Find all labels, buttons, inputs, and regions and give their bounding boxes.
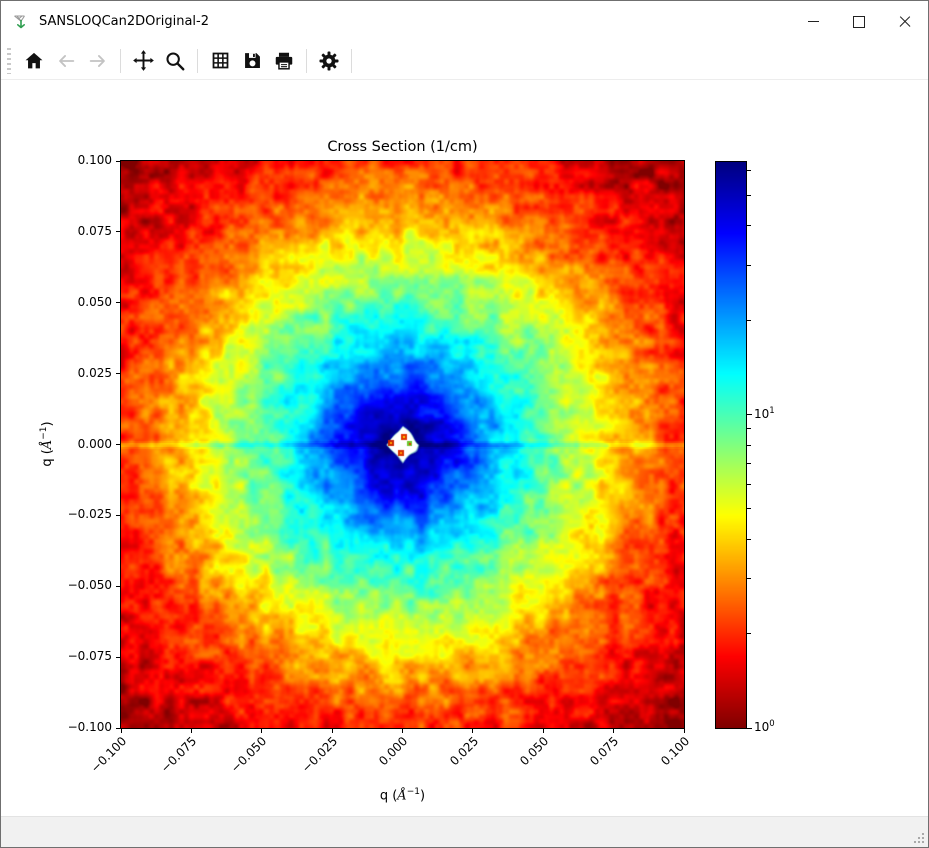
x-tick-mark [121,729,122,733]
x-tick-label: 0.025 [447,734,481,768]
toolbar-separator [120,49,121,73]
figure-canvas: Cross Section (1/cm) q (Å−1) q (Å−1) −0.… [1,80,928,816]
y-tick-label: 0.100 [46,153,112,167]
minimize-button[interactable] [790,1,836,42]
status-bar [1,816,928,847]
maximize-icon [853,16,865,28]
colorbar-tick-label: 101 [754,406,775,421]
y-tick-label: 0.050 [46,295,112,309]
toolbar-drag-handle[interactable] [7,48,11,74]
arrow-left-icon [55,50,77,72]
colorbar-minor-tick [747,225,751,226]
y-tick-label: −0.100 [46,720,112,734]
colorbar-minor-tick [747,539,751,540]
y-tick-label: 0.025 [46,366,112,380]
app-window: SANSLOQCan2DOriginal-2 [0,0,929,848]
magnifier-icon [164,50,186,72]
x-tick-label: 0.000 [376,734,410,768]
x-tick-mark [332,729,333,733]
save-button[interactable] [237,46,267,76]
y-tick-label: −0.075 [46,649,112,663]
window-controls [790,1,928,42]
colorbar [715,161,747,729]
toolbar-separator [197,49,198,73]
x-tick-mark [472,729,473,733]
x-tick-label: 0.050 [517,734,551,768]
home-button[interactable] [19,46,49,76]
colorbar-major-tick [747,414,752,415]
y-tick-mark [116,586,120,587]
colorbar-minor-tick [747,170,751,171]
forward-button[interactable] [83,46,113,76]
close-button[interactable] [882,1,928,42]
x-tick-mark [191,729,192,733]
x-tick-label: −0.100 [88,734,129,775]
y-tick-label: −0.050 [46,578,112,592]
app-logo-icon [12,13,30,31]
zoom-button[interactable] [160,46,190,76]
colorbar-minor-tick [747,484,751,485]
colorbar-minor-tick [747,463,751,464]
arrow-right-icon [87,50,109,72]
x-axis-label: q (Å−1) [121,787,684,803]
colorbar-minor-tick [747,445,751,446]
x-tick-label: −0.050 [228,734,269,775]
y-tick-label: 0.000 [46,437,112,451]
x-tick-label: 0.100 [658,734,692,768]
colorbar-major-tick [747,728,752,729]
colorbar-minor-tick [747,320,751,321]
x-tick-mark [613,729,614,733]
close-icon [899,16,911,28]
print-button[interactable] [269,46,299,76]
colorbar-minor-tick [747,428,751,429]
toolbar-separator [306,49,307,73]
x-tick-mark [543,729,544,733]
y-tick-mark [116,515,120,516]
titlebar[interactable]: SANSLOQCan2DOriginal-2 [1,1,928,42]
y-tick-mark [116,444,120,445]
move-icon [132,49,155,72]
minimize-icon [808,21,819,22]
y-tick-mark [116,231,120,232]
colorbar-minor-tick [747,633,751,634]
colorbar-minor-tick [747,195,751,196]
y-tick-label: −0.025 [46,507,112,521]
y-tick-mark [116,302,120,303]
gear-icon [318,50,340,72]
colorbar-minor-tick [747,578,751,579]
y-tick-mark [116,161,120,162]
heatmap-canvas[interactable] [120,160,685,729]
grid-icon [210,50,231,71]
floppy-icon [242,50,263,71]
plot-title: Cross Section (1/cm) [121,139,684,155]
resize-grip[interactable] [912,831,925,844]
colorbar-minor-tick [747,508,751,509]
window-title: SANSLOQCan2DOriginal-2 [39,14,209,29]
printer-icon [273,50,295,72]
y-tick-label: 0.075 [46,224,112,238]
y-tick-mark [116,728,120,729]
toolbar-separator [351,49,352,73]
y-tick-mark [116,373,120,374]
customize-button[interactable] [314,46,344,76]
x-tick-label: −0.025 [299,734,340,775]
maximize-button[interactable] [836,1,882,42]
x-tick-mark [684,729,685,733]
x-tick-mark [402,729,403,733]
pan-button[interactable] [128,46,158,76]
home-icon [23,50,45,72]
back-button[interactable] [51,46,81,76]
subplots-button[interactable] [205,46,235,76]
colorbar-minor-tick [747,265,751,266]
navigation-toolbar [1,42,928,80]
x-tick-label: −0.075 [158,734,199,775]
colorbar-tick-label: 100 [754,719,775,734]
y-tick-mark [116,657,120,658]
x-tick-label: 0.075 [587,734,621,768]
x-tick-mark [261,729,262,733]
